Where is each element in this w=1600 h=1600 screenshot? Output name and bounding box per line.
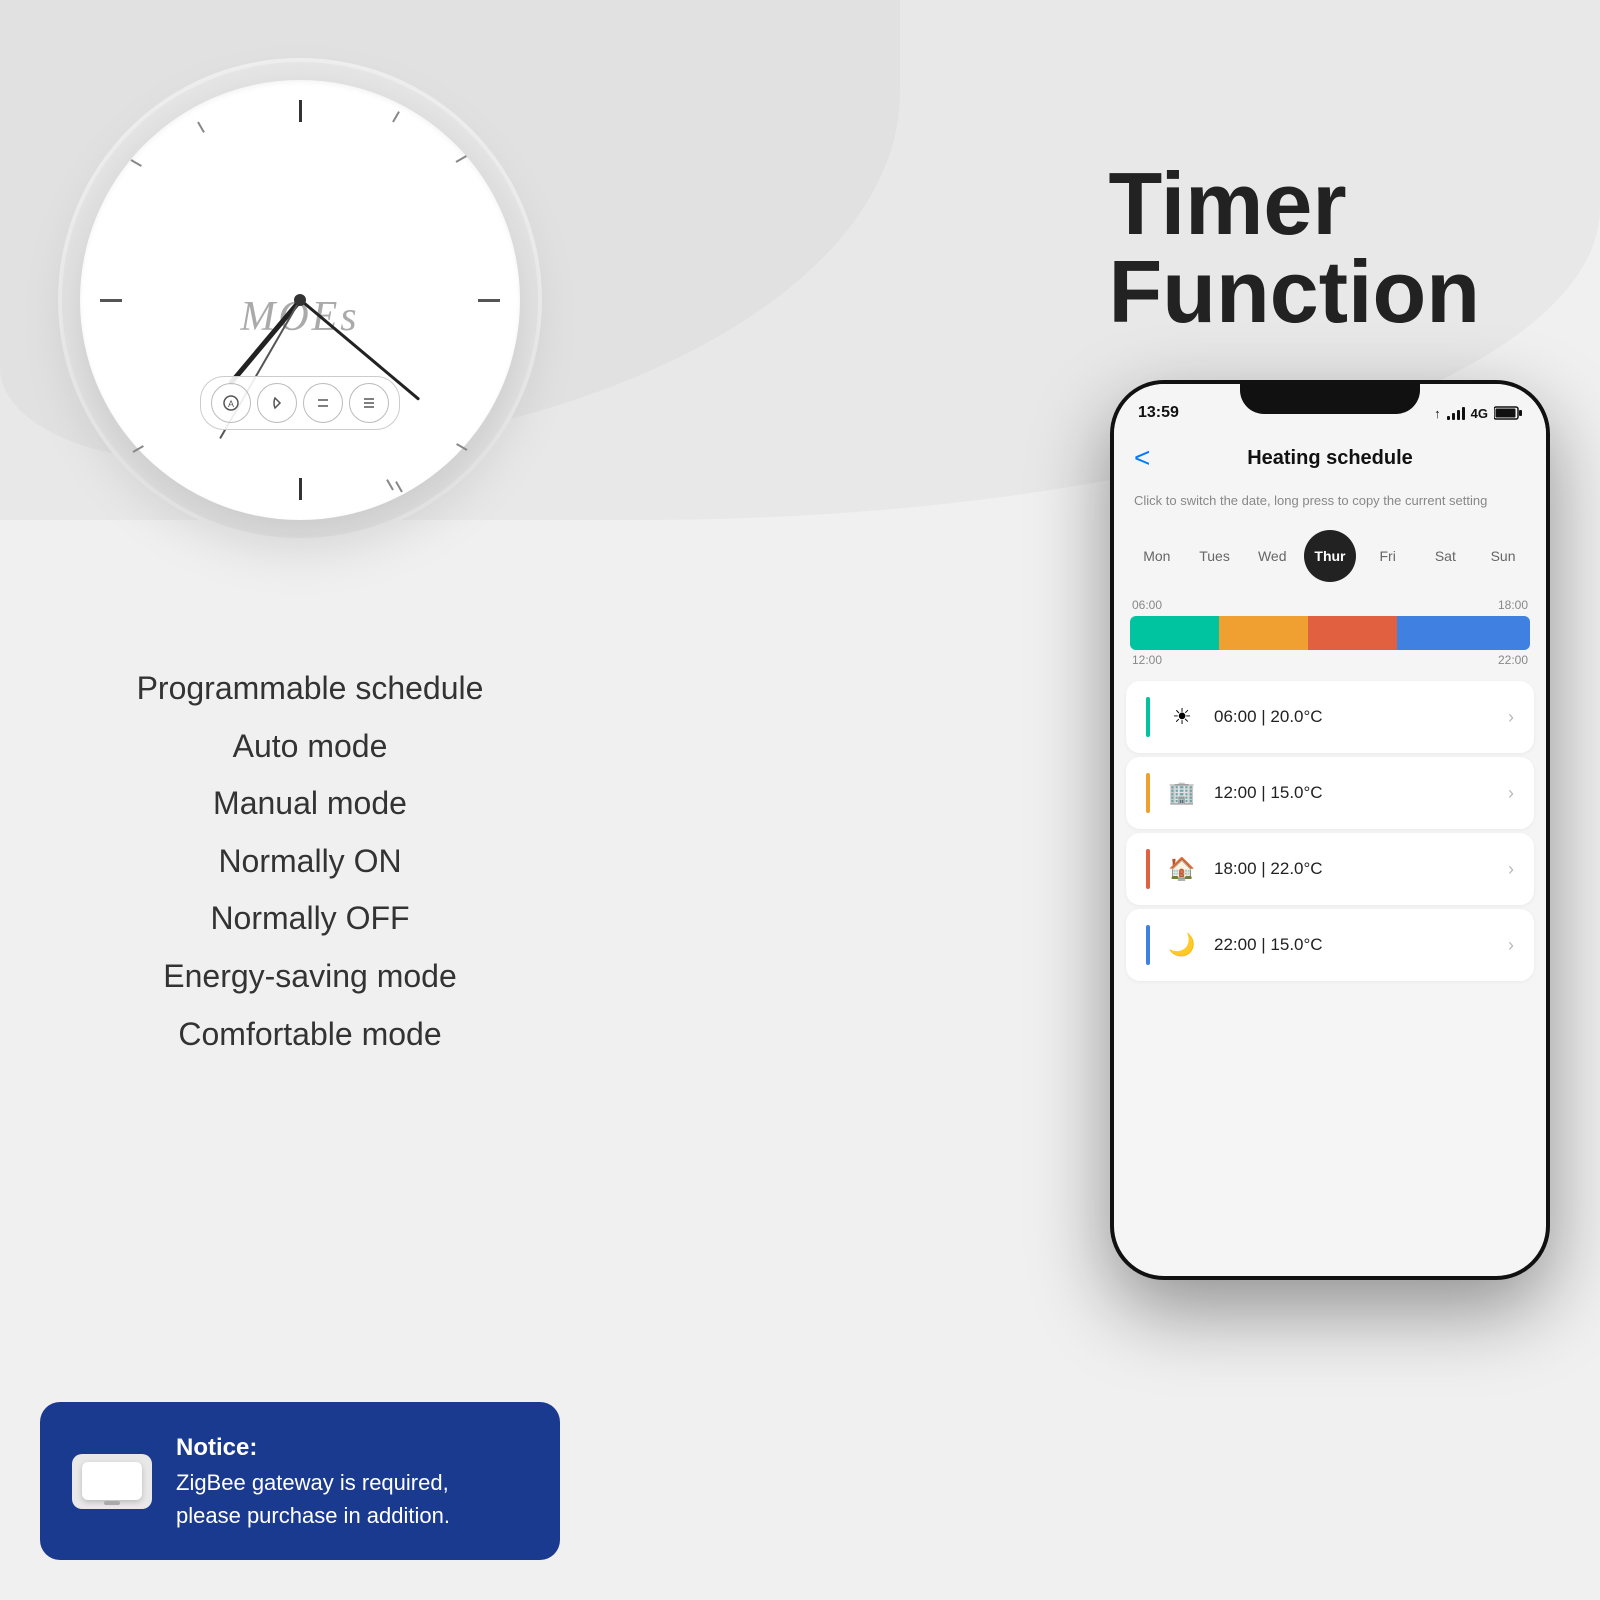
network-type: 4G bbox=[1471, 406, 1488, 421]
feature-item-1: Auto mode bbox=[80, 718, 540, 776]
svg-text:A: A bbox=[228, 399, 234, 409]
feature-item-4: Normally OFF bbox=[80, 890, 540, 948]
schedule-indicator-2 bbox=[1146, 849, 1150, 889]
notice-title: Notice: bbox=[176, 1430, 450, 1466]
battery-icon bbox=[1494, 406, 1522, 420]
schedule-chevron-1: › bbox=[1508, 783, 1514, 804]
phone: 13:59 ↑ 4G bbox=[1110, 380, 1550, 1280]
tick-3 bbox=[478, 299, 500, 302]
feature-item-3: Normally ON bbox=[80, 833, 540, 891]
schedule-chevron-3: › bbox=[1508, 935, 1514, 956]
day-btn-tues[interactable]: Tues bbox=[1189, 530, 1241, 582]
schedule-chevron-2: › bbox=[1508, 859, 1514, 880]
phone-notch bbox=[1240, 380, 1420, 414]
timebar-coral bbox=[1308, 616, 1397, 650]
schedule-item-2[interactable]: 🏠 18:00 | 22.0°C › bbox=[1126, 833, 1534, 905]
signal-bar-2 bbox=[1452, 413, 1455, 420]
feature-item-0: Programmable schedule bbox=[80, 660, 540, 718]
schedule-item-3[interactable]: 🌙 22:00 | 15.0°C › bbox=[1126, 909, 1534, 981]
clock-controls: A bbox=[200, 376, 400, 430]
schedule-item-1[interactable]: 🏢 12:00 | 15.0°C › bbox=[1126, 757, 1534, 829]
day-btn-sun[interactable]: Sun bbox=[1477, 530, 1529, 582]
timebar-teal bbox=[1130, 616, 1219, 650]
schedule-icon-1: 🏢 bbox=[1166, 780, 1198, 806]
status-right: ↑ 4G bbox=[1434, 406, 1522, 421]
clock-inner: MOEs A bbox=[80, 80, 520, 520]
location-icon: ↑ bbox=[1434, 406, 1441, 421]
timer-title-line2: Function bbox=[1109, 248, 1480, 336]
signal-bar-3 bbox=[1457, 410, 1460, 420]
schedule-info-1: 12:00 | 15.0°C bbox=[1214, 783, 1492, 803]
clock-area: MOEs A bbox=[80, 80, 520, 520]
phone-container: 13:59 ↑ 4G bbox=[1110, 380, 1550, 1280]
day-selector: Mon Tues Wed Thur Fri Sat Sun bbox=[1114, 520, 1546, 592]
timebar-labels-top: 06:00 18:00 bbox=[1130, 598, 1530, 612]
feature-item-2: Manual mode bbox=[80, 775, 540, 833]
app-title: Heating schedule bbox=[1247, 447, 1413, 470]
timebar-label-end: 22:00 bbox=[1498, 653, 1528, 667]
schedule-icon-2: 🏠 bbox=[1166, 856, 1198, 882]
schedule-icon-3: 🌙 bbox=[1166, 932, 1198, 958]
schedule-indicator-3 bbox=[1146, 925, 1150, 965]
tick-12 bbox=[299, 100, 302, 122]
status-time: 13:59 bbox=[1138, 404, 1179, 422]
schedule-icon-0: ☀ bbox=[1166, 704, 1198, 730]
app-subtitle: Click to switch the date, long press to … bbox=[1114, 486, 1546, 520]
tick-11 bbox=[197, 122, 205, 133]
day-btn-thur[interactable]: Thur bbox=[1304, 530, 1356, 582]
schedule-indicator-1 bbox=[1146, 773, 1150, 813]
schedule-chevron-0: › bbox=[1508, 707, 1514, 728]
tick-7 bbox=[386, 479, 394, 490]
clock: MOEs A bbox=[80, 80, 520, 520]
timebar-label-mid1: 18:00 bbox=[1498, 598, 1528, 612]
tick-4 bbox=[456, 443, 467, 451]
timebar-orange bbox=[1219, 616, 1308, 650]
day-btn-mon[interactable]: Mon bbox=[1131, 530, 1183, 582]
schedule-info-2: 18:00 | 22.0°C bbox=[1214, 859, 1492, 879]
tick-6 bbox=[299, 478, 302, 500]
ctrl-btn-4[interactable] bbox=[349, 383, 389, 423]
day-btn-sat[interactable]: Sat bbox=[1419, 530, 1471, 582]
tick-9 bbox=[100, 299, 122, 302]
timebar-blue bbox=[1397, 616, 1530, 650]
phone-screen: 13:59 ↑ 4G bbox=[1114, 384, 1546, 1276]
schedule-indicator-0 bbox=[1146, 697, 1150, 737]
notice-body: ZigBee gateway is required,please purcha… bbox=[176, 1466, 450, 1532]
ctrl-btn-3[interactable] bbox=[303, 383, 343, 423]
schedule-info-3: 22:00 | 15.0°C bbox=[1214, 935, 1492, 955]
timebar-track bbox=[1130, 616, 1530, 650]
notice-text: Notice: ZigBee gateway is required,pleas… bbox=[176, 1430, 450, 1532]
hand-center bbox=[294, 294, 306, 306]
tick-8 bbox=[133, 445, 144, 453]
tick-1 bbox=[392, 111, 400, 122]
timer-title: Timer Function bbox=[1109, 160, 1480, 336]
app-header: < Heating schedule bbox=[1114, 434, 1546, 486]
schedule-info-0: 06:00 | 20.0°C bbox=[1214, 707, 1492, 727]
tick-10 bbox=[131, 159, 142, 167]
tick-5 bbox=[395, 481, 403, 492]
signal-bars bbox=[1447, 406, 1465, 420]
back-button[interactable]: < bbox=[1134, 442, 1150, 474]
feature-item-6: Comfortable mode bbox=[80, 1006, 540, 1064]
timebar-labels-bottom: 12:00 22:00 bbox=[1130, 650, 1530, 667]
feature-list: Programmable schedule Auto mode Manual m… bbox=[80, 660, 540, 1063]
timebar-label-start: 06:00 bbox=[1132, 598, 1162, 612]
ctrl-btn-2[interactable] bbox=[257, 383, 297, 423]
feature-item-5: Energy-saving mode bbox=[80, 948, 540, 1006]
day-btn-fri[interactable]: Fri bbox=[1362, 530, 1414, 582]
day-btn-wed[interactable]: Wed bbox=[1246, 530, 1298, 582]
notice-device-icon bbox=[72, 1454, 152, 1509]
signal-bar-1 bbox=[1447, 416, 1450, 420]
timebar-container: 06:00 18:00 12:00 22:00 bbox=[1114, 592, 1546, 667]
tick-2 bbox=[456, 155, 467, 163]
signal-bar-4 bbox=[1462, 407, 1465, 420]
timebar-label-mid2: 12:00 bbox=[1132, 653, 1162, 667]
timer-title-line1: Timer bbox=[1109, 160, 1480, 248]
schedule-list: ☀ 06:00 | 20.0°C › 🏢 12:00 | 15.0°C › 🏠 … bbox=[1114, 667, 1546, 995]
ctrl-btn-1[interactable]: A bbox=[211, 383, 251, 423]
notice-box: Notice: ZigBee gateway is required,pleas… bbox=[40, 1402, 560, 1560]
schedule-item-0[interactable]: ☀ 06:00 | 20.0°C › bbox=[1126, 681, 1534, 753]
